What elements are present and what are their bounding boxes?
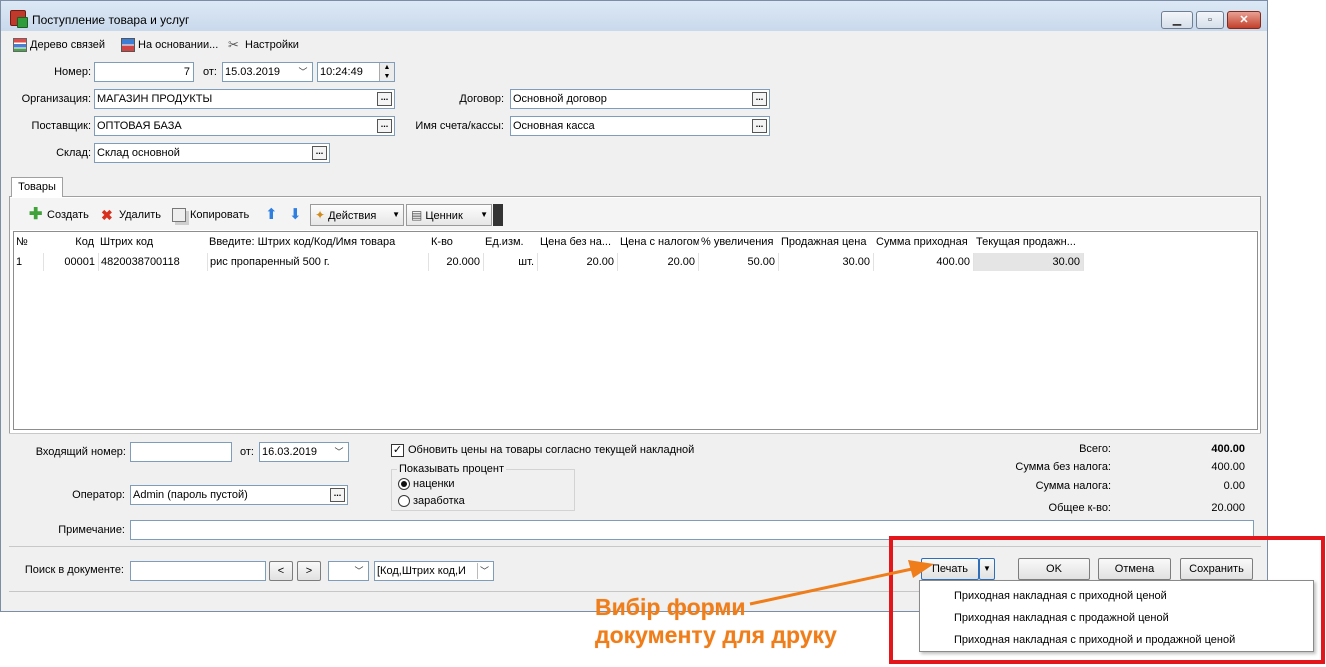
callout-arrow xyxy=(749,560,934,606)
callout-text-line2: документу для друку xyxy=(595,622,837,648)
callout-text-line1: Вибір форми xyxy=(595,594,746,620)
